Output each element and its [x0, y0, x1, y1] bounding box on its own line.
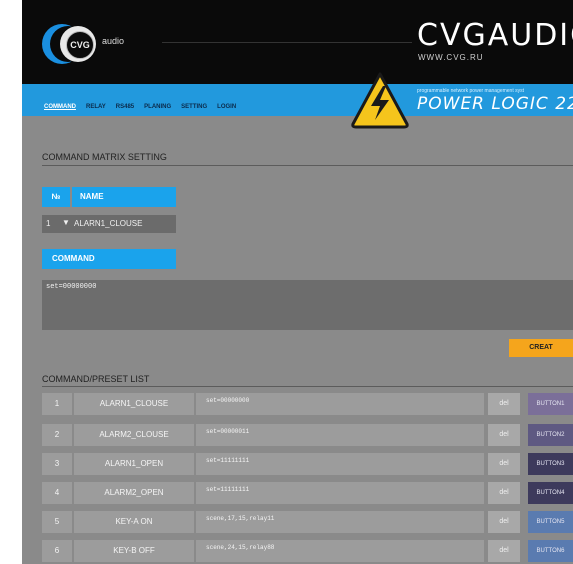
delete-button[interactable]: del [488, 453, 520, 475]
preset-button[interactable]: BUTTON4 [528, 482, 573, 504]
select-name: ALARN1_CLOUSE [74, 219, 143, 228]
delete-button[interactable]: del [488, 482, 520, 504]
preset-name: ALARM2_CLOUSE [74, 424, 194, 446]
main-nav: COMMAND RELAY RS485 PLANING SETTING LOGI… [44, 104, 246, 114]
preset-number: 5 [42, 511, 72, 533]
preset-button[interactable]: BUTTON6 [528, 540, 573, 562]
nav-planing[interactable]: PLANING [144, 104, 171, 114]
preset-name: ALARN1_CLOUSE [74, 393, 194, 415]
preset-row: 6 KEY-B OFF scene,24,15,relay88 del BUTT… [42, 540, 573, 562]
preset-name: ALARM2_OPEN [74, 482, 194, 504]
preset-button[interactable]: BUTTON1 [528, 393, 573, 415]
chevron-down-icon[interactable]: ▼ [62, 218, 70, 227]
preset-number: 2 [42, 424, 72, 446]
preset-command: set=11111111 [196, 453, 484, 475]
high-voltage-warning-icon [351, 72, 409, 129]
preset-button[interactable]: BUTTON5 [528, 511, 573, 533]
preset-number: 1 [42, 393, 72, 415]
brand-title: CVGAUDIC [417, 18, 573, 53]
preset-number: 3 [42, 453, 72, 475]
command-textarea[interactable]: set=00000000 [42, 280, 573, 330]
preset-row: 3 ALARN1_OPEN set=11111111 del BUTTON3 [42, 453, 573, 475]
brand-url[interactable]: WWW.CVG.RU [418, 53, 484, 62]
command-label: COMMAND [42, 249, 176, 269]
command-select[interactable]: 1 ▼ ALARN1_CLOUSE [42, 215, 176, 233]
nav-relay[interactable]: RELAY [86, 104, 106, 114]
delete-button[interactable]: del [488, 540, 520, 562]
delete-button[interactable]: del [488, 393, 520, 415]
preset-row: 5 KEY-A ON scene,17,15,relay11 del BUTTO… [42, 511, 573, 533]
nav-login[interactable]: LOGIN [217, 104, 236, 114]
header: CVG audio CVGAUDIC WWW.CVG.RU [22, 0, 573, 84]
header-divider [162, 42, 412, 43]
preset-command: scene,24,15,relay88 [196, 540, 484, 562]
matrix-section-title: COMMAND MATRIX SETTING [42, 152, 167, 162]
preset-button[interactable]: BUTTON2 [528, 424, 573, 446]
col-name-header: NAME [72, 187, 176, 207]
preset-name: ALARN1_OPEN [74, 453, 194, 475]
preset-command: scene,17,15,relay11 [196, 511, 484, 533]
matrix-section-divider [42, 165, 573, 166]
preset-number: 4 [42, 482, 72, 504]
preset-row: 1 ALARN1_CLOUSE set=00000000 del BUTTON1 [42, 393, 573, 415]
app-frame: CVG audio CVGAUDIC WWW.CVG.RU COMMAND RE… [22, 0, 573, 564]
select-number: 1 [46, 219, 51, 228]
preset-row: 4 ALARM2_OPEN set=11111111 del BUTTON4 [42, 482, 573, 504]
preset-number: 6 [42, 540, 72, 562]
preset-name: KEY-A ON [74, 511, 194, 533]
logo-text: CVG [66, 31, 94, 59]
preset-command: set=00000011 [196, 424, 484, 446]
delete-button[interactable]: del [488, 424, 520, 446]
col-no-header: № [42, 187, 70, 207]
preset-name: KEY-B OFF [74, 540, 194, 562]
preset-section-divider [42, 386, 573, 387]
nav-command[interactable]: COMMAND [44, 104, 76, 114]
nav-setting[interactable]: SETTING [181, 104, 207, 114]
preset-command: set=11111111 [196, 482, 484, 504]
product-name: POWER LOGIC 220 [417, 94, 573, 114]
preset-row: 2 ALARM2_CLOUSE set=00000011 del BUTTON2 [42, 424, 573, 446]
logo-sub: audio [102, 36, 125, 46]
creat-button[interactable]: CREAT [509, 339, 573, 357]
delete-button[interactable]: del [488, 511, 520, 533]
preset-section-title: COMMAND/PRESET LIST [42, 374, 150, 384]
cvg-logo: CVG audio [42, 24, 162, 64]
preset-command: set=00000000 [196, 393, 484, 415]
nav-rs485[interactable]: RS485 [116, 104, 134, 114]
preset-button[interactable]: BUTTON3 [528, 453, 573, 475]
